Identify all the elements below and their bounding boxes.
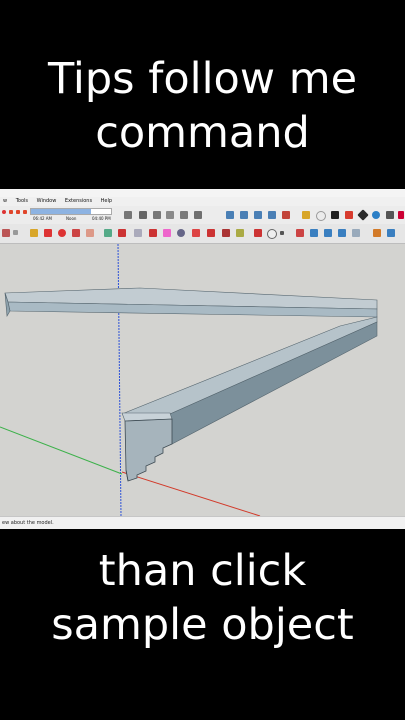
model-viewport[interactable] (0, 244, 405, 516)
drape-icon[interactable] (352, 229, 360, 237)
arrow-icon[interactable] (2, 229, 10, 237)
view-right-icon[interactable] (268, 211, 276, 219)
globe-icon[interactable] (372, 211, 380, 219)
view-top-icon[interactable] (240, 211, 248, 219)
shadow-time-left: 06:42 AM (33, 216, 52, 221)
shadow-time-middle: Noon (66, 216, 77, 221)
paint-bucket-icon[interactable] (118, 229, 126, 237)
sun-icon[interactable] (9, 210, 13, 214)
green-axis (0, 426, 123, 475)
top-caption-line-2: command (95, 108, 310, 158)
close-icon[interactable] (192, 229, 200, 237)
add-location-icon[interactable] (296, 229, 304, 237)
rotate-icon[interactable] (58, 229, 66, 237)
bottom-caption-line-2: sample object (51, 600, 354, 650)
gem-icon[interactable] (357, 209, 369, 221)
menu-help[interactable]: Help (101, 198, 112, 204)
stamp-icon[interactable] (338, 229, 346, 237)
black-square-icon[interactable] (331, 211, 339, 219)
flip-icon[interactable] (373, 229, 381, 237)
warehouse-icon[interactable] (398, 211, 404, 219)
tape-icon[interactable] (104, 229, 112, 237)
trash-icon[interactable] (139, 211, 147, 219)
pushpull-icon[interactable] (30, 229, 38, 237)
title-bar (0, 189, 405, 197)
pan-icon[interactable] (163, 229, 171, 237)
menu-extensions[interactable]: Extensions (65, 198, 92, 204)
menu-view[interactable]: w (3, 198, 7, 204)
house-icon[interactable] (180, 211, 188, 219)
orbit-icon[interactable] (316, 211, 326, 221)
molding-profile (124, 418, 173, 482)
red-square-icon[interactable] (345, 211, 353, 219)
camera-icon[interactable] (153, 211, 161, 219)
red-axis (121, 471, 261, 516)
menu-window[interactable]: Window (37, 198, 57, 204)
extension-icon[interactable] (386, 211, 394, 219)
follow-me-icon[interactable] (134, 229, 142, 237)
shadow-time-readout: 06:42 AM Noon 04:40 PM (30, 216, 114, 222)
bottom-caption: than click sample object (0, 544, 405, 652)
shadow-icon[interactable] (16, 210, 20, 214)
offset-icon[interactable] (86, 229, 94, 237)
view-iso-icon[interactable] (226, 211, 234, 219)
view-front-icon[interactable] (254, 211, 262, 219)
gold-cube-icon[interactable] (302, 211, 310, 219)
model-canvas[interactable] (0, 244, 405, 516)
box-icon[interactable] (194, 211, 202, 219)
top-caption: Tips follow me command (0, 52, 405, 160)
fog-icon[interactable] (23, 210, 27, 214)
orbit-tool-icon[interactable] (149, 229, 157, 237)
select-icon[interactable] (124, 211, 132, 219)
detail-icon[interactable] (387, 229, 395, 237)
section-icon[interactable] (207, 229, 215, 237)
dropdown-arrow-icon[interactable] (280, 231, 284, 235)
scale-icon[interactable] (72, 229, 80, 237)
blue-axis (117, 244, 122, 516)
shadow-date-slider[interactable] (30, 208, 112, 215)
sandbox-icon[interactable] (310, 229, 318, 237)
menu-tools[interactable]: Tools (16, 198, 28, 204)
tools-toolbar (0, 224, 405, 244)
menu-bar: w Tools Window Extensions Help (0, 197, 405, 206)
dropdown-icon[interactable] (13, 230, 18, 235)
sketchup-window: w Tools Window Extensions Help 06:42 AM … (0, 189, 405, 529)
status-bar: ew about the model. (0, 516, 405, 529)
style-icon[interactable] (222, 229, 230, 237)
top-toolbar: 06:42 AM Noon 04:40 PM (0, 206, 405, 225)
zoom-icon[interactable] (177, 229, 185, 237)
view-back-icon[interactable] (282, 211, 290, 219)
bottom-caption-line-1: than click (98, 546, 307, 596)
home-icon[interactable] (166, 211, 174, 219)
user-icon[interactable] (267, 229, 277, 239)
shadow-time-right: 04:40 PM (92, 216, 111, 221)
status-text: ew about the model. (2, 520, 54, 526)
record-icon[interactable] (2, 210, 6, 214)
top-caption-line-1: Tips follow me (47, 54, 358, 104)
materials-icon[interactable] (254, 229, 262, 237)
terrain-icon[interactable] (324, 229, 332, 237)
component-icon[interactable] (236, 229, 244, 237)
move-icon[interactable] (44, 229, 52, 237)
